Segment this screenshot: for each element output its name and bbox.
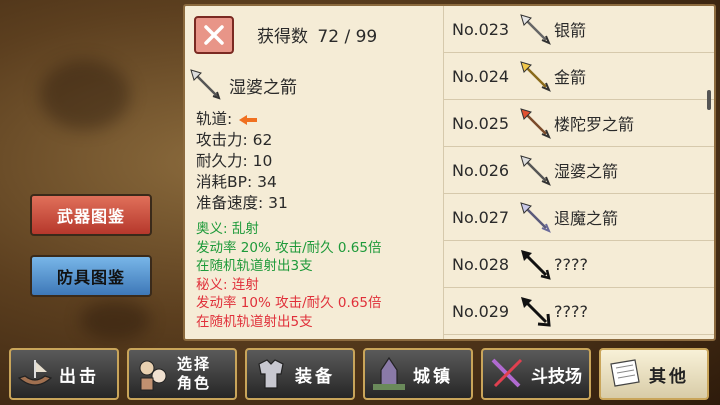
weapon-stats: 轨道: 攻击力: 62 耐久力: 10 消耗BP: 34 准备速度: 31 (196, 109, 288, 214)
nav-arena-button[interactable]: 斗技场 (481, 348, 591, 400)
crossed-swords-icon (491, 358, 523, 388)
list-item[interactable]: No.027 退魔之箭 (444, 194, 714, 241)
shiva-arrow-icon (520, 155, 551, 186)
trajectory-row: 轨道: (196, 109, 288, 130)
nav-select-line2: 角色 (177, 374, 212, 392)
nav-select-character-label: 选择 角色 (177, 355, 211, 393)
list-item[interactable]: No.023 银箭 (444, 6, 714, 53)
ready-speed-stat: 准备速度: 31 (196, 194, 288, 212)
armor-book-button[interactable]: 防具图鉴 (30, 255, 152, 297)
detail-pane: 获得数 72 / 99 湿婆之箭 轨道: 攻击力: 62 耐久力: 10 消耗B… (185, 6, 443, 339)
skill2-title: 秘义: 连射 (196, 276, 259, 293)
nav-equip-button[interactable]: 装备 (245, 348, 355, 400)
close-button[interactable] (194, 16, 234, 54)
list-item-name: 楼陀罗之箭 (554, 115, 635, 134)
list-item-number: No.028 (452, 254, 510, 274)
list-item-number: No.029 (452, 301, 510, 321)
armor-icon (258, 359, 284, 389)
bottom-nav: 出击 选择 角色 装备 城镇 斗技场 其他 (0, 346, 720, 405)
exorcism-arrow-icon (520, 202, 551, 233)
nav-town-button[interactable]: 城镇 (363, 348, 473, 400)
collected-count-value: 72 / 99 (317, 27, 378, 47)
list-item[interactable]: No.029 ???? (444, 288, 714, 335)
list-item-name: 金箭 (554, 68, 587, 87)
close-icon (204, 25, 224, 45)
nav-select-line1: 选择 (177, 355, 212, 373)
unknown-arrow-icon (521, 250, 551, 280)
encyclopedia-panel: 获得数 72 / 99 湿婆之箭 轨道: 攻击力: 62 耐久力: 10 消耗B… (183, 4, 716, 341)
list-item-name: 银箭 (554, 21, 587, 40)
list-scrollbar[interactable] (707, 90, 711, 110)
list-item[interactable]: No.026 湿婆之箭 (444, 147, 714, 194)
list-item-number: No.025 (452, 113, 510, 133)
ship-icon (17, 360, 53, 386)
nav-select-character-button[interactable]: 选择 角色 (127, 348, 237, 400)
list-item-number: No.023 (452, 19, 510, 39)
skill1-rate: 发动率 20% 攻击/耐久 0.65倍 (196, 239, 382, 256)
nav-equip-label: 装备 (295, 366, 335, 387)
bp-cost-stat: 消耗BP: 34 (196, 173, 277, 191)
armor-book-label: 防具图鉴 (56, 268, 125, 287)
list-item-number: No.024 (452, 66, 510, 86)
trajectory-label: 轨道: (196, 110, 233, 128)
list-item-name: 湿婆之箭 (554, 162, 619, 181)
nav-sortie-button[interactable]: 出击 (9, 348, 119, 400)
nav-arena-label: 斗技场 (531, 366, 582, 387)
weapon-list: No.023 银箭 No.024 金箭 No.025 楼陀罗之箭 No.026 … (443, 6, 714, 339)
list-item[interactable]: No.024 金箭 (444, 53, 714, 100)
durability-stat: 耐久力: 10 (196, 152, 273, 170)
skill1-desc: 在随机轨道射出3支 (196, 258, 313, 274)
gold-arrow-icon (520, 61, 551, 92)
list-item[interactable]: No.028 ???? (444, 241, 714, 288)
silver-arrow-icon (520, 14, 551, 45)
list-item-name: ???? (554, 301, 588, 321)
scroll-icon (610, 359, 640, 387)
trajectory-arrow-icon (239, 114, 258, 125)
list-item-number: No.027 (452, 207, 510, 227)
list-item-number: No.026 (452, 160, 510, 180)
nav-sortie-label: 出击 (59, 366, 99, 387)
list-item-name: ???? (554, 254, 588, 274)
selected-weapon-name: 湿婆之箭 (229, 77, 297, 98)
arrow-icon (190, 69, 221, 100)
nav-other-button[interactable]: 其他 (599, 348, 709, 400)
special-skills: 奥义: 乱射 发动率 20% 攻击/耐久 0.65倍 在随机轨道射出3支 秘义:… (196, 220, 382, 331)
list-item-name: 退魔之箭 (554, 209, 619, 228)
rudra-arrow-icon (520, 108, 551, 139)
weapon-book-label: 武器图鉴 (56, 207, 125, 226)
selected-weapon-title: 湿婆之箭 (189, 68, 297, 102)
skill1-title: 奥义: 乱射 (196, 221, 259, 237)
town-icon (373, 356, 405, 390)
weapon-book-button[interactable]: 武器图鉴 (30, 194, 152, 236)
collected-count: 获得数 72 / 99 (257, 22, 381, 47)
background-stain (80, 300, 150, 340)
skill2-desc: 在随机轨道射出5支 (196, 313, 313, 330)
characters-icon (139, 360, 167, 391)
skill2-rate: 发动率 10% 攻击/耐久 0.65倍 (196, 295, 382, 311)
list-item[interactable]: No.025 楼陀罗之箭 (444, 100, 714, 147)
nav-town-label: 城镇 (413, 366, 453, 387)
nav-other-label: 其他 (649, 366, 689, 387)
attack-stat: 攻击力: 62 (196, 131, 273, 149)
collected-count-label: 获得数 (257, 27, 308, 47)
background-stain (40, 60, 130, 130)
unknown-arrow-icon (521, 297, 551, 327)
